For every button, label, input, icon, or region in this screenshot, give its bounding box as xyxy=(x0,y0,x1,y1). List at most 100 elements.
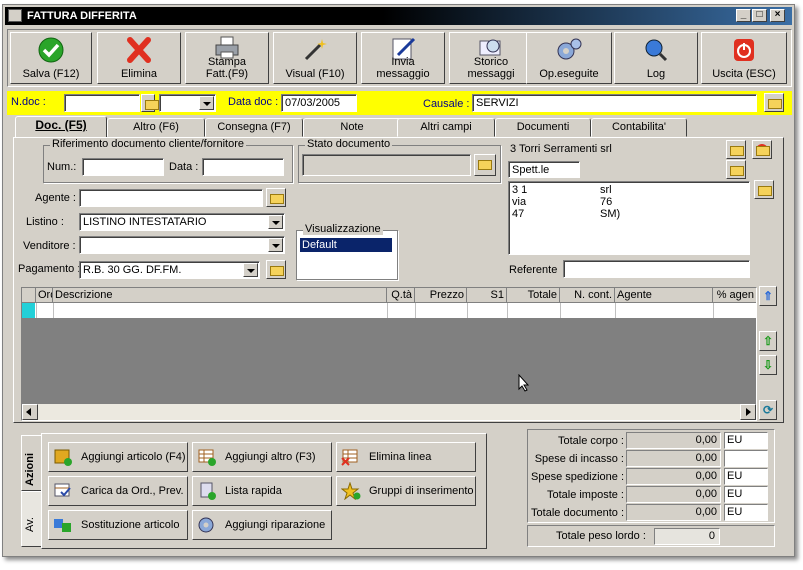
tab-documenti[interactable]: Documenti xyxy=(495,118,591,137)
cliente-edit-button[interactable] xyxy=(726,160,746,179)
stato-edit-button[interactable] xyxy=(474,154,496,176)
operations-button[interactable]: Op.eseguite xyxy=(526,32,612,84)
tab-doc[interactable]: Doc. (F5) xyxy=(15,116,107,138)
pagamento-folder-button[interactable] xyxy=(266,260,286,279)
delete-button[interactable]: Elimina xyxy=(97,32,181,84)
cell-divider xyxy=(713,303,714,318)
visual-button[interactable]: Visual (F10) xyxy=(273,32,357,84)
address-line: 3 1 srl xyxy=(512,184,749,196)
address-line-3-a: 47 xyxy=(512,208,525,220)
totale-imposte-currency[interactable]: EU xyxy=(724,486,768,503)
col-agente[interactable]: Agente xyxy=(615,288,713,303)
totale-corpo-row: Totale corpo :0,00 EU xyxy=(528,432,776,450)
tab-azioni[interactable]: Azioni xyxy=(21,435,42,491)
delete-line-button[interactable]: Elimina linea xyxy=(336,442,476,472)
chevron-down-icon xyxy=(268,238,283,252)
col-totale[interactable]: Totale xyxy=(507,288,560,303)
move-top-button[interactable]: ⇑ xyxy=(759,286,777,306)
add-repair-button[interactable]: Aggiungi riparazione xyxy=(192,510,332,540)
agente-folder-button[interactable] xyxy=(266,188,286,207)
spett-input[interactable]: Spett.le xyxy=(508,161,580,178)
ndoc-spinner[interactable] xyxy=(141,94,159,112)
send-message-button[interactable]: Invia messaggio xyxy=(361,32,445,84)
num-input[interactable] xyxy=(82,158,164,176)
col-prezzo[interactable]: Prezzo xyxy=(415,288,467,303)
causale-folder-button[interactable] xyxy=(764,93,784,112)
cliente-address-box[interactable]: 3 1 srl via 76 47 SM) xyxy=(508,181,750,255)
exit-label: Uscita (ESC) xyxy=(712,68,776,80)
totale-corpo-currency[interactable]: EU xyxy=(724,432,768,449)
tab-consegna[interactable]: Consegna (F7) xyxy=(205,118,303,137)
add-other-label: Aggiungi altro (F3) xyxy=(225,451,316,463)
totale-documento-currency[interactable]: EU xyxy=(724,504,768,521)
spese-spedizione-label: Spese spedizione : xyxy=(531,471,624,483)
document-lines-grid[interactable]: Ord Descrizione Q.tà Prezzo S1 Totale N.… xyxy=(21,287,757,421)
move-down-button[interactable]: ⇩ xyxy=(759,355,777,375)
add-article-button[interactable]: Aggiungi articolo (F4) xyxy=(48,442,188,472)
maximize-button[interactable]: □ xyxy=(752,9,767,22)
send-message-label: Invia messaggio xyxy=(376,56,430,80)
chevron-down-icon xyxy=(268,215,283,229)
col-ord[interactable]: Ord xyxy=(36,288,53,303)
ndoc-input[interactable] xyxy=(64,94,140,112)
tab-av[interactable]: Av. xyxy=(21,491,42,547)
save-button[interactable]: Salva (F12) xyxy=(10,32,92,84)
add-other-button[interactable]: Aggiungi altro (F3) xyxy=(192,442,332,472)
move-up-button[interactable]: ⇧ xyxy=(759,331,777,351)
col-s1[interactable]: S1 xyxy=(467,288,507,303)
rif-data-label: Data : xyxy=(169,161,199,173)
cliente-folder-button[interactable] xyxy=(726,140,746,159)
replace-article-button[interactable]: Sostituzione articolo xyxy=(48,510,188,540)
scroll-right-button[interactable] xyxy=(740,404,756,420)
insert-groups-button[interactable]: Gruppi di inserimento xyxy=(336,476,476,506)
horizontal-scrollbar[interactable] xyxy=(22,404,756,420)
window-title: FATTURA DIFFERITA xyxy=(27,10,137,22)
ndoc-series-select[interactable] xyxy=(159,94,216,112)
minimize-button[interactable]: _ xyxy=(736,9,751,22)
rif-data-input[interactable] xyxy=(202,158,284,176)
venditore-select[interactable] xyxy=(79,236,285,254)
swap-icon xyxy=(54,519,71,532)
close-button[interactable]: × xyxy=(770,9,785,22)
address-line-3-b: SM) xyxy=(600,208,621,220)
stato-input[interactable] xyxy=(302,154,471,176)
agente-input[interactable] xyxy=(79,189,263,207)
app-icon xyxy=(8,9,22,22)
message-history-button[interactable]: Storico messaggi xyxy=(449,32,533,84)
causale-input[interactable]: SERVIZI xyxy=(472,94,757,112)
pagamento-select[interactable]: R.B. 30 GG. DF.FM. xyxy=(79,261,260,279)
title-bar: FATTURA DIFFERITA _ □ × xyxy=(5,7,792,25)
table-row[interactable] xyxy=(22,303,756,318)
tab-altri-campi[interactable]: Altri campi xyxy=(397,118,495,137)
address-folder-button[interactable] xyxy=(754,180,774,199)
tab-contabilita[interactable]: Contabilita' xyxy=(591,118,687,137)
referente-input[interactable] xyxy=(563,260,750,278)
refresh-lines-button[interactable]: ⟳ xyxy=(759,400,777,420)
log-button[interactable]: Log xyxy=(614,32,698,84)
cell-divider xyxy=(36,303,37,318)
tab-altro[interactable]: Altro (F6) xyxy=(107,118,205,137)
tab-note[interactable]: Note xyxy=(303,118,401,137)
chevron-down-icon xyxy=(243,263,258,277)
visualizzazione-default-item[interactable]: Default xyxy=(300,238,392,252)
print-button[interactable]: Stampa Fatt.(F9) xyxy=(185,32,269,84)
scroll-left-button[interactable] xyxy=(22,404,38,420)
exit-button[interactable]: Uscita (ESC) xyxy=(701,32,787,84)
magic-wand-icon xyxy=(304,39,327,61)
quick-list-button[interactable]: Lista rapida xyxy=(192,476,332,506)
row-selector[interactable] xyxy=(22,303,35,318)
col-n-cont[interactable]: N. cont. xyxy=(560,288,615,303)
load-from-order-button[interactable]: Carica da Ord., Prev. xyxy=(48,476,188,506)
load-from-order-label: Carica da Ord., Prev. xyxy=(81,485,184,497)
spese-spedizione-currency[interactable]: EU xyxy=(724,468,768,485)
spese-incasso-currency[interactable] xyxy=(724,450,768,467)
cliente-remove-button[interactable] xyxy=(752,140,772,159)
col-perc-agente[interactable]: % agen xyxy=(713,288,756,303)
chevron-down-icon xyxy=(199,96,214,110)
listino-select[interactable]: LISTINO INTESTATARIO xyxy=(79,213,285,231)
data-doc-input[interactable]: 07/03/2005 xyxy=(281,94,357,112)
operations-label: Op.eseguite xyxy=(539,68,599,80)
col-descrizione[interactable]: Descrizione xyxy=(53,288,387,303)
tab-azioni-label: Azioni xyxy=(24,453,36,486)
col-qta[interactable]: Q.tà xyxy=(387,288,415,303)
